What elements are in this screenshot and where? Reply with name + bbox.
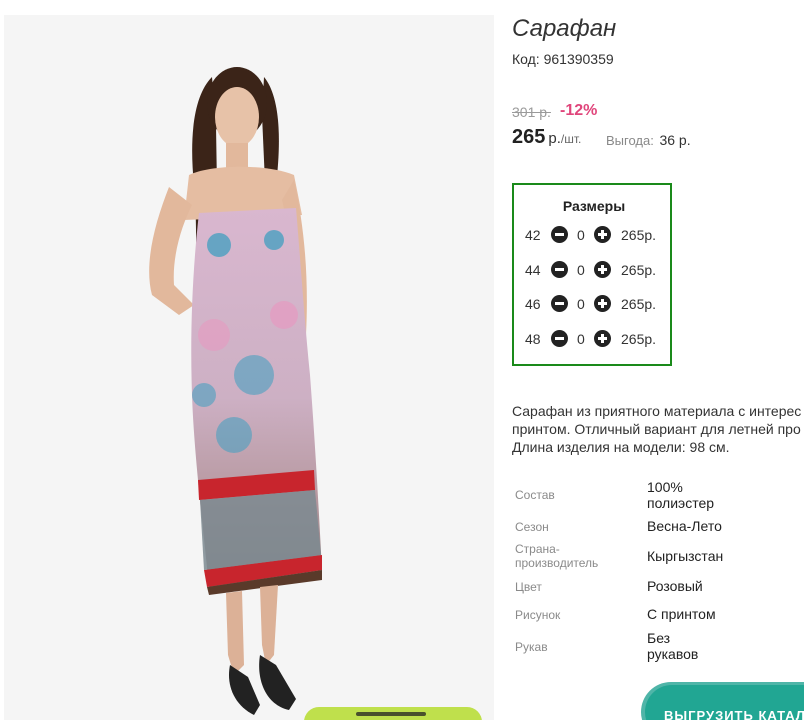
attr-value-season: Весна-Лето: [647, 518, 737, 534]
size-row-42: 42 0 265р.: [525, 226, 665, 246]
price-value: 265: [512, 126, 546, 148]
minus-circle-icon[interactable]: [551, 261, 568, 278]
product-description: Сарафан из приятного материала с интерес…: [512, 402, 804, 456]
savings-value: 36 р.: [659, 132, 691, 148]
attr-label-composition: Состав: [515, 488, 555, 502]
old-price: 301 р.: [512, 104, 551, 120]
size-row-46: 46 0 265р.: [525, 295, 665, 315]
description-line: Длина изделия на модели: 98 см.: [512, 439, 730, 455]
green-action-button[interactable]: [304, 707, 482, 720]
attr-value-line: Кыргызстан: [647, 548, 724, 564]
size-row-48: 48 0 265р.: [525, 330, 665, 350]
attr-label-line: производитель: [515, 556, 599, 570]
minus-circle-icon[interactable]: [551, 330, 568, 347]
product-code-label: Код:: [512, 51, 540, 67]
size-label: 48: [525, 331, 541, 347]
attr-value-line: Весна-Лето: [647, 518, 722, 534]
attr-value-line: полиэстер: [647, 495, 715, 511]
product-title: Сарафан: [512, 15, 617, 42]
plus-circle-icon[interactable]: [594, 261, 611, 278]
product-photo[interactable]: [4, 15, 494, 720]
description-line: принтом. Отличный вариант для летней про: [512, 421, 801, 437]
attr-value-composition: 100% полиэстер: [647, 479, 737, 511]
size-label: 44: [525, 262, 541, 278]
current-price: 265 р./шт.: [512, 126, 581, 149]
size-quantity: 0: [577, 227, 585, 243]
export-catalog-button[interactable]: ВЫГРУЗИТЬ КАТАЛО: [641, 682, 804, 720]
export-catalog-label: ВЫГРУЗИТЬ КАТАЛО: [664, 708, 804, 720]
size-label: 42: [525, 227, 541, 243]
attr-value-line: 100%: [647, 479, 683, 495]
attr-value-line: рукавов: [647, 646, 699, 662]
plus-circle-icon[interactable]: [594, 226, 611, 243]
sizes-selector: Размеры 42 0 265р. 44 0 265р. 46 0 265р.…: [512, 183, 672, 366]
minus-circle-icon[interactable]: [551, 295, 568, 312]
attr-value-line: С принтом: [647, 606, 716, 622]
savings-label: Выгода:: [606, 133, 654, 148]
size-price: 265р.: [621, 262, 657, 278]
attr-value-line: Без: [647, 630, 671, 646]
price-currency: р.: [548, 130, 561, 147]
attr-value-pattern: С принтом: [647, 606, 737, 622]
attr-label-pattern: Рисунок: [515, 608, 561, 622]
attr-label-line: Страна-: [515, 542, 560, 556]
attr-value-line: Розовый: [647, 578, 703, 594]
size-price: 265р.: [621, 227, 657, 243]
attr-label-color: Цвет: [515, 580, 542, 594]
size-quantity: 0: [577, 262, 585, 278]
plus-circle-icon[interactable]: [594, 330, 611, 347]
price-unit: р./шт.: [548, 130, 581, 147]
description-line: Сарафан из приятного материала с интерес: [512, 403, 802, 419]
discount-badge: -12%: [560, 102, 598, 119]
export-catalog-button-face[interactable]: ВЫГРУЗИТЬ КАТАЛО: [645, 685, 804, 720]
savings: Выгода: 36 р.: [606, 132, 691, 148]
attr-label-season: Сезон: [515, 520, 549, 534]
model-in-dress-illustration: [149, 67, 322, 715]
size-row-44: 44 0 265р.: [525, 261, 665, 281]
green-button-text-fragment: [356, 712, 426, 716]
sizes-title: Размеры: [562, 198, 626, 214]
product-code: Код: 961390359: [512, 51, 614, 67]
attr-value-color: Розовый: [647, 578, 737, 594]
attr-value-sleeve: Без рукавов: [647, 630, 737, 662]
size-quantity: 0: [577, 331, 585, 347]
attr-label-sleeve: Рукав: [515, 640, 548, 654]
size-price: 265р.: [621, 331, 657, 347]
plus-circle-icon[interactable]: [594, 295, 611, 312]
size-quantity: 0: [577, 296, 585, 312]
price-per-unit: /шт.: [560, 132, 582, 146]
size-label: 46: [525, 296, 541, 312]
minus-circle-icon[interactable]: [551, 226, 568, 243]
size-price: 265р.: [621, 296, 657, 312]
product-page: Сарафан Код: 961390359 301 р. -12% 265 р.…: [0, 0, 804, 720]
product-code-value: 961390359: [543, 51, 614, 67]
attr-value-country: Кыргызстан: [647, 548, 737, 564]
attr-label-country: Страна- производитель: [515, 542, 615, 570]
